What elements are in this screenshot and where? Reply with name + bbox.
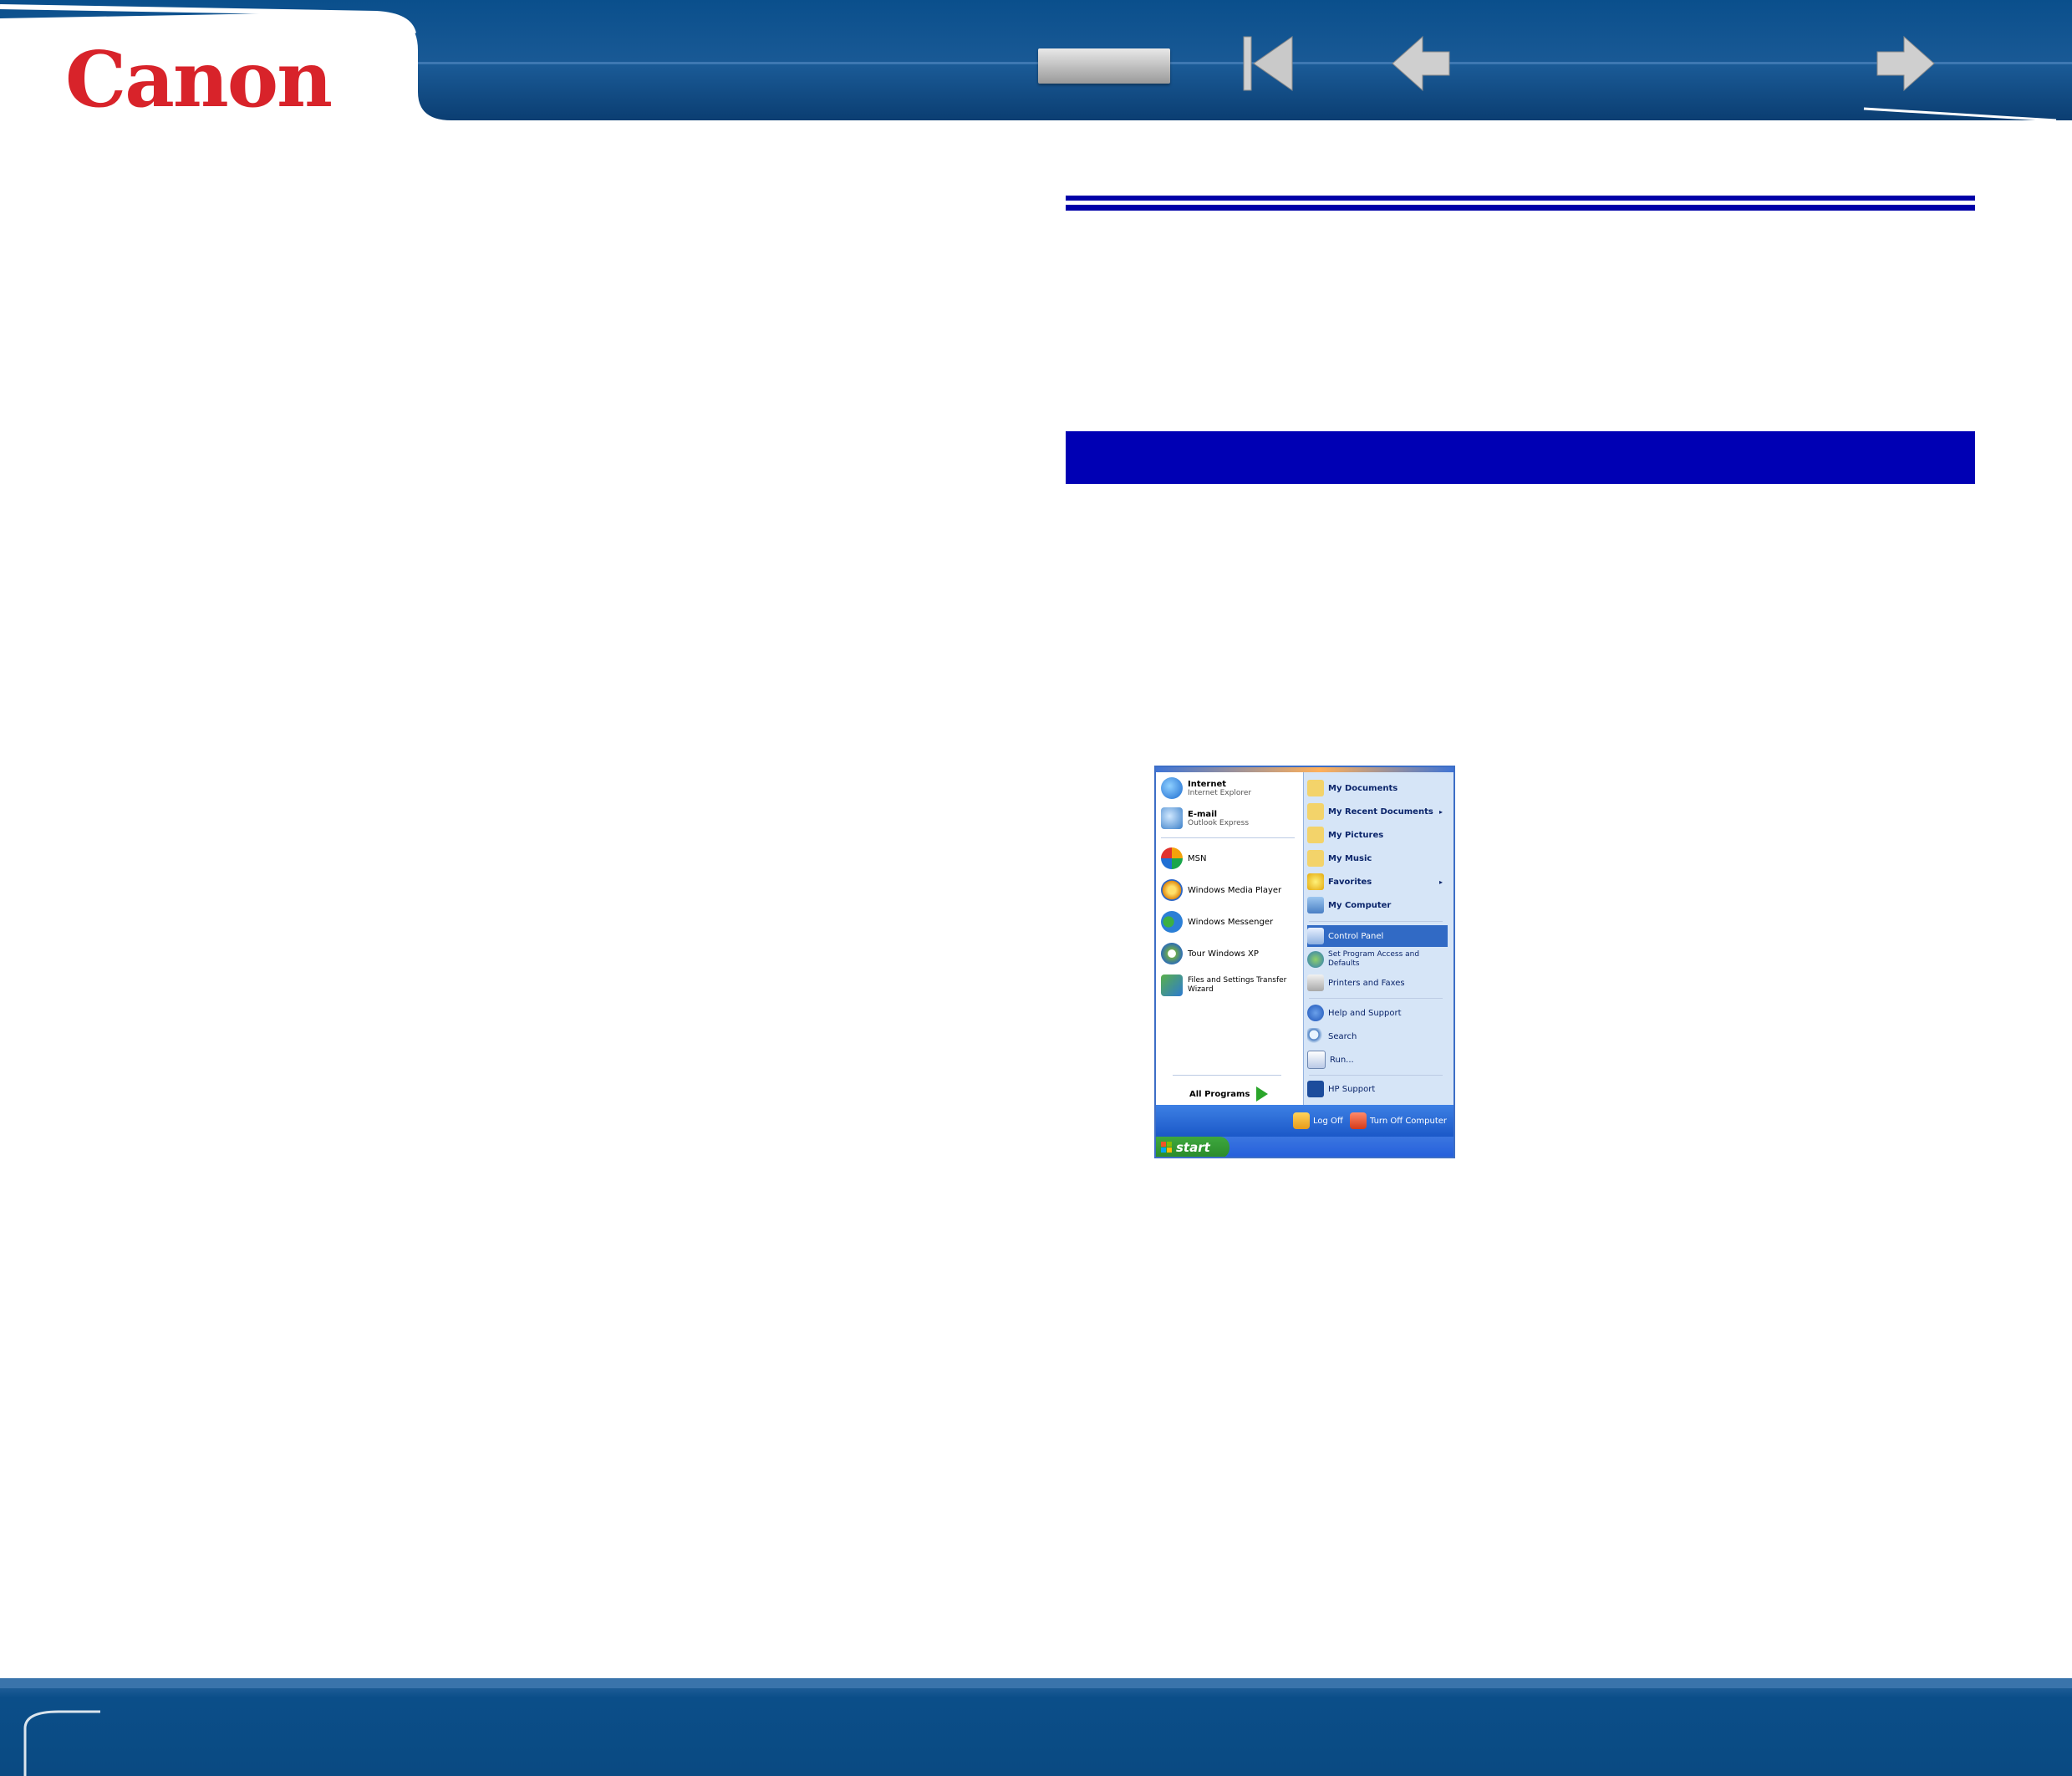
section-heading-bar xyxy=(1066,431,1975,484)
separator xyxy=(1309,1075,1443,1076)
settings-label: Control Panel xyxy=(1328,931,1384,941)
power-icon xyxy=(1350,1112,1367,1129)
recent-label-line2: Wizard xyxy=(1188,985,1214,994)
log-off-button[interactable]: Log Off xyxy=(1293,1112,1343,1130)
star-icon xyxy=(1307,873,1324,890)
settings-printers[interactable]: Printers and Faxes xyxy=(1307,972,1448,994)
log-off-label: Log Off xyxy=(1313,1116,1343,1126)
tour-xp-icon xyxy=(1161,943,1183,964)
place-label: My Computer xyxy=(1328,900,1392,910)
pinned-email[interactable]: E-mail Outlook Express xyxy=(1161,806,1249,831)
system-label: Run... xyxy=(1330,1055,1354,1065)
oem-label: HP Support xyxy=(1328,1084,1376,1094)
recent-msn[interactable]: MSN xyxy=(1161,846,1206,871)
messenger-icon xyxy=(1161,911,1183,933)
system-run[interactable]: Run... xyxy=(1307,1049,1448,1071)
all-programs-label: All Programs xyxy=(1189,1089,1250,1099)
system-label: Search xyxy=(1328,1031,1357,1041)
recent-transfer-wizard[interactable]: Files and Settings Transfer Wizard xyxy=(1161,973,1286,998)
run-icon xyxy=(1307,1051,1326,1069)
recent-label: Tour Windows XP xyxy=(1188,949,1259,959)
place-my-music[interactable]: My Music xyxy=(1307,847,1448,869)
separator xyxy=(1309,921,1443,922)
computer-icon xyxy=(1307,897,1324,913)
place-label: My Pictures xyxy=(1328,830,1384,840)
place-my-documents[interactable]: My Documents xyxy=(1307,777,1448,799)
back-button[interactable] xyxy=(1389,33,1453,94)
all-programs-button[interactable]: All Programs xyxy=(1189,1081,1269,1107)
recent-tour-xp[interactable]: Tour Windows XP xyxy=(1161,941,1259,966)
place-recent-documents[interactable]: My Recent Documents ▸ xyxy=(1307,801,1448,822)
folder-icon xyxy=(1307,827,1324,843)
pinned-internet[interactable]: Internet Internet Explorer xyxy=(1161,776,1251,801)
start-label: start xyxy=(1176,1140,1210,1155)
settings-control-panel[interactable]: Control Panel xyxy=(1307,925,1448,947)
media-player-icon xyxy=(1161,879,1183,901)
turn-off-button[interactable]: Turn Off Computer xyxy=(1350,1112,1447,1130)
key-icon xyxy=(1293,1112,1310,1129)
start-menu-places: My Documents My Recent Documents ▸ My Pic… xyxy=(1303,772,1453,1105)
transfer-wizard-icon xyxy=(1161,975,1183,996)
recent-messenger[interactable]: Windows Messenger xyxy=(1161,909,1273,934)
place-label: Favorites xyxy=(1328,877,1372,887)
outlook-express-icon xyxy=(1161,807,1183,829)
internet-explorer-icon xyxy=(1161,777,1183,799)
settings-program-access[interactable]: Set Program Access and Defaults xyxy=(1307,949,1448,970)
recent-media-player[interactable]: Windows Media Player xyxy=(1161,878,1281,903)
folder-icon xyxy=(1307,780,1324,796)
system-help[interactable]: Help and Support xyxy=(1307,1002,1448,1024)
recent-label: Windows Messenger xyxy=(1188,917,1274,927)
place-my-computer[interactable]: My Computer xyxy=(1307,894,1448,916)
recent-label: Windows Media Player xyxy=(1188,885,1282,895)
green-arrow-icon xyxy=(1256,1086,1269,1102)
separator xyxy=(1309,998,1443,999)
taskbar: start xyxy=(1156,1137,1453,1157)
title-rule-top xyxy=(1066,196,1975,201)
search-icon xyxy=(1307,1028,1324,1045)
oem-hp-support[interactable]: HP Support xyxy=(1307,1078,1448,1100)
control-panel-icon xyxy=(1307,928,1324,944)
settings-label: Set Program Access and xyxy=(1328,950,1420,959)
settings-label: Printers and Faxes xyxy=(1328,978,1405,988)
pinned-subtitle: Internet Explorer xyxy=(1188,788,1252,797)
canon-logo: Canon xyxy=(65,34,333,125)
help-icon xyxy=(1307,1005,1324,1021)
forward-arrow-icon xyxy=(1876,35,1935,92)
start-menu-programs: Internet Internet Explorer E-mail Outlook … xyxy=(1156,772,1303,1105)
first-page-icon xyxy=(1243,36,1293,91)
footer-bar xyxy=(0,1678,2072,1776)
place-label: My Music xyxy=(1328,853,1372,863)
title-rule-bottom xyxy=(1066,205,1975,211)
turn-off-label: Turn Off Computer xyxy=(1370,1116,1448,1126)
recent-docs-icon xyxy=(1307,803,1324,820)
place-favorites[interactable]: Favorites ▸ xyxy=(1307,871,1448,893)
menu-button[interactable] xyxy=(1038,48,1170,84)
printer-icon xyxy=(1307,975,1324,991)
place-label: My Documents xyxy=(1328,783,1398,793)
hp-icon xyxy=(1307,1081,1324,1097)
program-access-icon xyxy=(1307,951,1324,968)
forward-button[interactable] xyxy=(1874,33,1937,94)
back-arrow-icon xyxy=(1392,35,1450,92)
start-menu-screenshot: Internet Internet Explorer E-mail Outlook … xyxy=(1154,766,1455,1158)
pinned-title: E-mail xyxy=(1188,809,1218,819)
place-my-pictures[interactable]: My Pictures xyxy=(1307,824,1448,846)
settings-label-line2: Defaults xyxy=(1328,959,1360,968)
pinned-subtitle: Outlook Express xyxy=(1188,818,1250,827)
submenu-arrow-icon: ▸ xyxy=(1438,878,1443,886)
recent-label: Files and Settings Transfer xyxy=(1188,976,1287,985)
pinned-title: Internet xyxy=(1188,779,1227,789)
system-label: Help and Support xyxy=(1328,1008,1402,1018)
first-page-button[interactable] xyxy=(1240,33,1299,94)
windows-flag-icon xyxy=(1161,1142,1172,1153)
separator xyxy=(1161,837,1295,838)
msn-icon xyxy=(1161,847,1183,869)
submenu-arrow-icon: ▸ xyxy=(1438,807,1443,816)
system-search[interactable]: Search xyxy=(1307,1025,1448,1047)
place-label: My Recent Documents xyxy=(1328,807,1433,817)
start-menu-footer: Log Off Turn Off Computer xyxy=(1156,1105,1453,1137)
separator xyxy=(1173,1075,1281,1076)
folder-icon xyxy=(1307,850,1324,867)
recent-label: MSN xyxy=(1188,853,1207,863)
